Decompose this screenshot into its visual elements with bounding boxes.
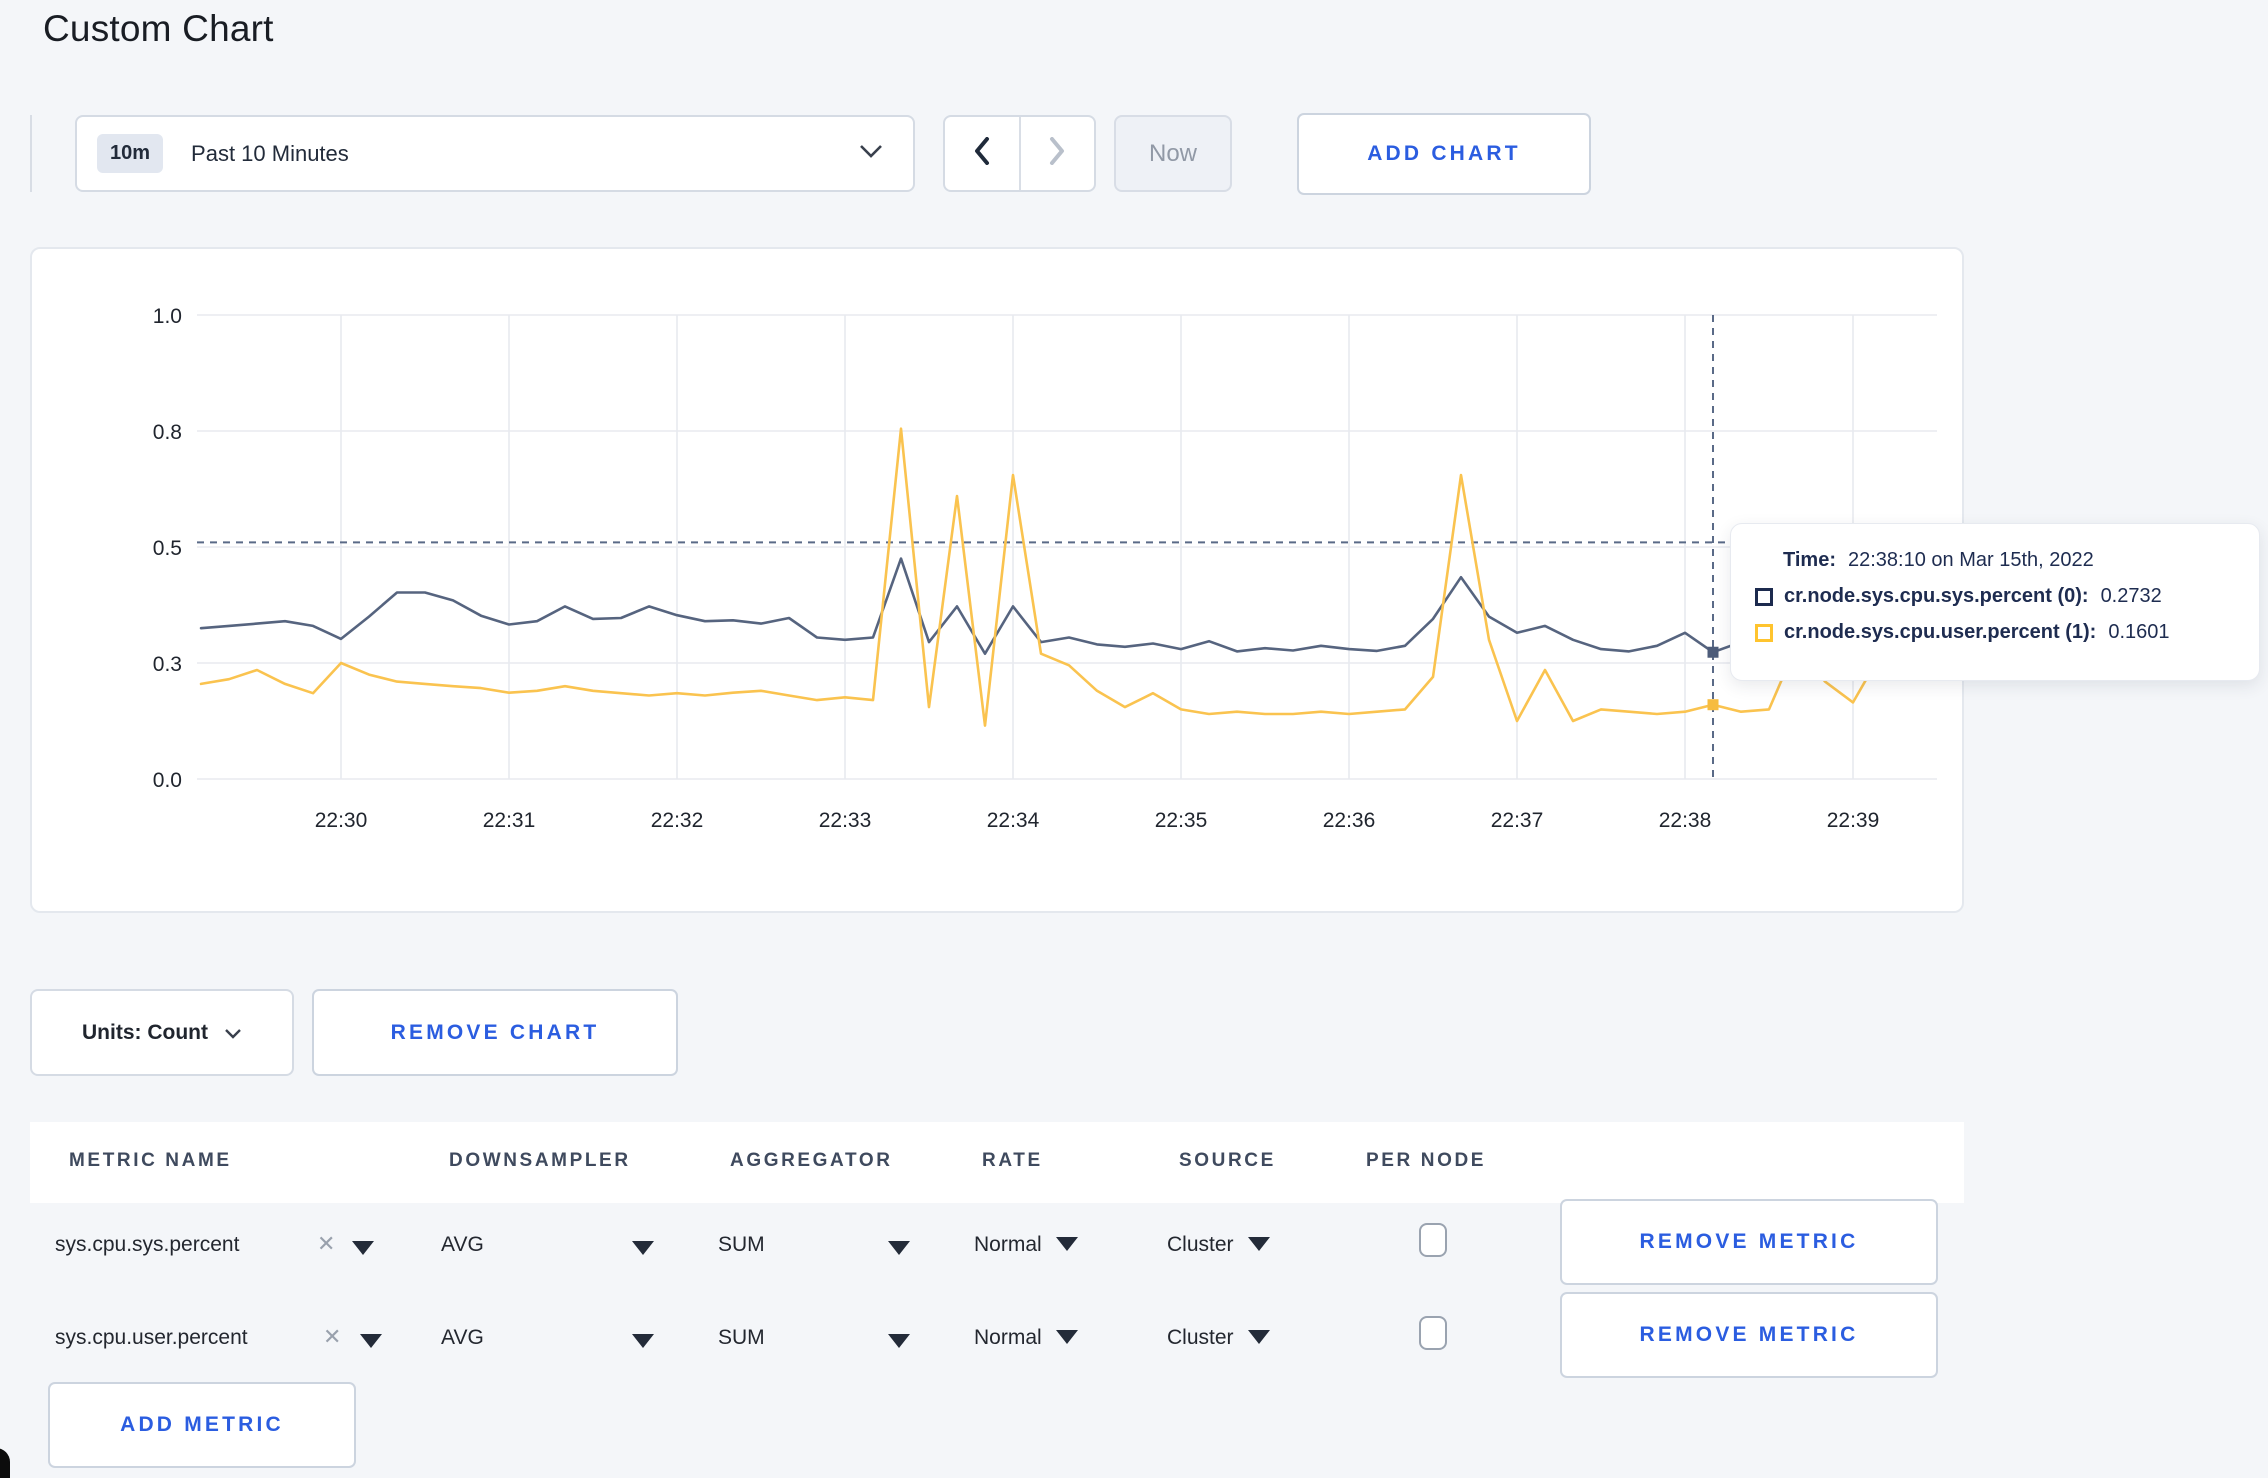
header-rate: RATE — [982, 1150, 1043, 1171]
x-axis-label: 22:31 — [483, 809, 536, 832]
header-downsampler: DOWNSAMPLER — [449, 1150, 631, 1171]
downsampler-select[interactable]: AVG — [441, 1326, 484, 1350]
header-aggregator: AGGREGATOR — [730, 1150, 893, 1171]
metric-name-select[interactable]: sys.cpu.user.percent — [55, 1326, 248, 1350]
chart-tooltip: Time: 22:38:10 on Mar 15th, 2022 cr.node… — [1730, 523, 2260, 681]
now-button[interactable]: Now — [1114, 115, 1232, 192]
y-axis-label: 0.3 — [153, 653, 182, 676]
header-per-node: PER NODE — [1366, 1150, 1487, 1171]
header-source: SOURCE — [1179, 1150, 1276, 1171]
tooltip-user-label: cr.node.sys.cpu.user.percent (1): — [1784, 621, 2097, 643]
metrics-table-header: METRIC NAME DOWNSAMPLER AGGREGATOR RATE … — [30, 1122, 1964, 1203]
caret-down-icon — [1055, 1330, 1078, 1344]
caret-down-icon[interactable] — [888, 1334, 910, 1348]
y-axis-label: 0.5 — [153, 537, 182, 560]
source-select-label: Cluster — [1167, 1233, 1234, 1256]
x-axis-label: 22:32 — [651, 809, 704, 832]
rate-select-label: Normal — [974, 1233, 1042, 1256]
time-prev-button[interactable] — [945, 117, 1021, 190]
metric-name-select[interactable]: sys.cpu.sys.percent — [55, 1233, 239, 1257]
caret-down-icon — [1247, 1237, 1270, 1251]
y-axis-label: 0.8 — [153, 421, 182, 444]
crosshair-dot — [1707, 699, 1719, 711]
time-next-button[interactable] — [1021, 117, 1095, 190]
x-axis-label: 22:35 — [1155, 809, 1208, 832]
add-chart-button[interactable]: ADD CHART — [1297, 113, 1591, 195]
chevron-left-icon — [974, 137, 990, 170]
aggregator-select[interactable]: SUM — [718, 1326, 765, 1350]
add-chart-label: ADD CHART — [1367, 142, 1521, 165]
tooltip-user-value: 0.1601 — [2108, 621, 2170, 643]
now-button-label: Now — [1148, 139, 1197, 167]
x-axis-label: 22:38 — [1659, 809, 1712, 832]
y-axis-label: 1.0 — [153, 305, 182, 328]
source-select-label: Cluster — [1167, 1326, 1234, 1349]
chevron-right-icon — [1049, 137, 1065, 170]
caret-down-icon[interactable] — [632, 1241, 654, 1255]
chevron-down-icon — [859, 144, 883, 163]
y-axis-label: 0.0 — [153, 769, 182, 792]
x-axis-label: 22:34 — [987, 809, 1040, 832]
x-axis-label: 22:37 — [1491, 809, 1544, 832]
caret-down-icon — [1055, 1237, 1078, 1251]
rate-select[interactable]: Normal — [974, 1233, 1078, 1257]
x-axis-label: 22:30 — [315, 809, 368, 832]
units-select[interactable]: Units: Count — [30, 989, 294, 1076]
rate-select-label: Normal — [974, 1326, 1042, 1349]
source-select[interactable]: Cluster — [1167, 1326, 1270, 1350]
caret-down-icon[interactable] — [352, 1241, 374, 1255]
remove-metric-button-sys[interactable]: REMOVE METRIC — [1560, 1199, 1938, 1285]
remove-metric-button-user[interactable]: REMOVE METRIC — [1560, 1292, 1938, 1378]
caret-down-icon — [1247, 1330, 1270, 1344]
series-line-1 — [199, 427, 1883, 727]
remove-metric-label: REMOVE METRIC — [1639, 1230, 1859, 1253]
remove-chart-label: REMOVE CHART — [390, 1020, 600, 1044]
time-range-select[interactable]: 10m Past 10 Minutes — [75, 115, 915, 192]
remove-metric-label: REMOVE METRIC — [1639, 1323, 1859, 1346]
add-metric-label: ADD METRIC — [120, 1413, 284, 1436]
add-metric-button[interactable]: ADD METRIC — [48, 1382, 356, 1468]
x-axis-label: 22:33 — [819, 809, 872, 832]
units-select-label: Units: Count — [82, 1020, 208, 1044]
tooltip-sys-label: cr.node.sys.cpu.sys.percent (0): — [1784, 585, 2089, 607]
time-nav-group — [943, 115, 1096, 192]
sys-series-legend-square-icon — [1755, 587, 1773, 606]
close-icon[interactable]: ✕ — [317, 1231, 335, 1257]
downsampler-select[interactable]: AVG — [441, 1233, 484, 1257]
header-metric-name: METRIC NAME — [69, 1150, 232, 1171]
tooltip-sys-value: 0.2732 — [2100, 585, 2162, 607]
caret-down-icon[interactable] — [360, 1334, 382, 1348]
time-range-badge: 10m — [97, 134, 164, 173]
remove-chart-button[interactable]: REMOVE CHART — [312, 989, 678, 1076]
page-title: Custom Chart — [43, 8, 274, 49]
caret-down-icon[interactable] — [632, 1334, 654, 1348]
x-axis-label: 22:39 — [1827, 809, 1880, 832]
x-axis-label: 22:36 — [1323, 809, 1376, 832]
tooltip-time-label: Time: — [1783, 549, 1836, 571]
chevron-down-icon — [224, 1021, 242, 1045]
time-range-label: Past 10 Minutes — [191, 140, 349, 166]
tooltip-time-value: 22:38:10 on Mar 15th, 2022 — [1847, 549, 2094, 571]
series-line-0 — [199, 557, 1883, 656]
per-node-checkbox[interactable] — [1419, 1223, 1447, 1257]
toolbar-left-divider — [30, 115, 32, 192]
custom-chart-page: Custom Chart 10m Past 10 Minutes Now ADD… — [0, 0, 2268, 1478]
caret-down-icon[interactable] — [888, 1241, 910, 1255]
chart-canvas[interactable]: 0.0 0.3 0.5 0.8 1.0 22:30 22:31 22:32 22:33 22:34… — [32, 249, 1962, 911]
crosshair-dot — [1707, 646, 1719, 658]
rate-select[interactable]: Normal — [974, 1326, 1078, 1350]
per-node-checkbox[interactable] — [1419, 1316, 1447, 1350]
user-series-legend-square-icon — [1755, 623, 1773, 642]
cutoff-corner-widget — [0, 1448, 10, 1478]
source-select[interactable]: Cluster — [1167, 1233, 1270, 1257]
chart-card: 0.0 0.3 0.5 0.8 1.0 22:30 22:31 22:32 22:33 22:34… — [30, 247, 1964, 913]
close-icon[interactable]: ✕ — [323, 1324, 341, 1350]
aggregator-select[interactable]: SUM — [718, 1233, 765, 1257]
